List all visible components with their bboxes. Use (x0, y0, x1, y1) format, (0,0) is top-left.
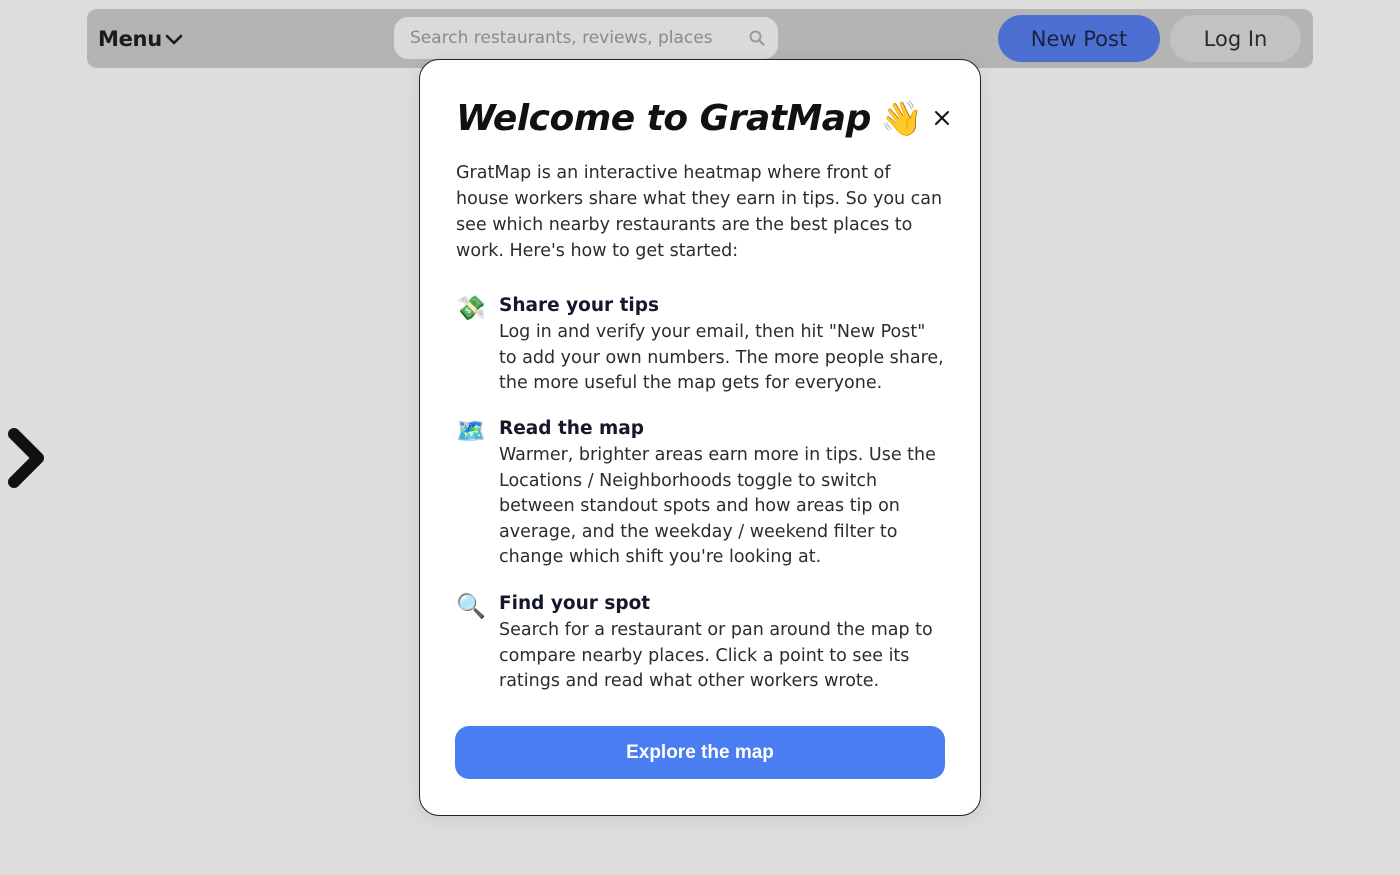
chevron-right-icon[interactable] (4, 426, 48, 490)
close-icon[interactable] (932, 108, 952, 128)
menu-button[interactable]: Menu (98, 24, 184, 54)
step-heading: Share your tips (499, 295, 660, 316)
explore-map-button[interactable]: Explore the map (455, 726, 945, 779)
magnifying-glass-icon: 🔍 (456, 592, 486, 620)
step-read-map: 🗺️ Read the map Warmer, brighter areas e… (456, 415, 946, 571)
log-in-button[interactable]: Log In (1170, 15, 1301, 62)
modal-intro: GratMap is an interactive heatmap where … (456, 163, 943, 261)
search-input[interactable] (410, 28, 748, 48)
step-body: Log in and verify your email, then hit "… (499, 322, 944, 393)
modal-title: Welcome to GratMap (456, 98, 871, 139)
step-body: Warmer, brighter areas earn more in tips… (499, 445, 936, 567)
search-bar (394, 17, 778, 59)
waving-hand-icon: 👋 (880, 98, 924, 139)
step-heading: Find your spot (499, 593, 651, 614)
chevron-down-icon (165, 34, 183, 45)
welcome-modal: Welcome to GratMap 👋 GratMap is an inter… (419, 59, 981, 816)
menu-label: Menu (98, 27, 162, 51)
new-post-button[interactable]: New Post (998, 15, 1160, 62)
step-body: Search for a restaurant or pan around th… (499, 620, 933, 691)
step-find-spot: 🔍 Find your spot Search for a restaurant… (456, 590, 946, 695)
money-with-wings-icon: 💸 (456, 294, 486, 322)
modal-header: Welcome to GratMap 👋 (456, 98, 950, 139)
step-share-tips: 💸 Share your tips Log in and verify your… (456, 292, 946, 397)
step-heading: Read the map (499, 418, 644, 439)
world-map-icon: 🗺️ (456, 417, 486, 445)
search-icon[interactable] (748, 29, 766, 47)
